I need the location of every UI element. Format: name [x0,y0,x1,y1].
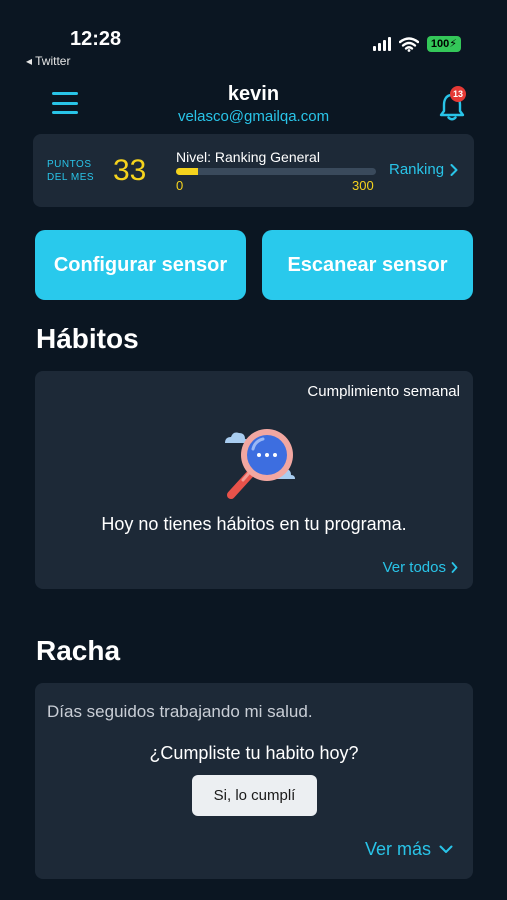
user-email: velasco@gmailqa.com [177,108,330,125]
chevron-right-icon [450,163,458,176]
streak-question: ¿Cumpliste tu habito hoy? [149,743,359,763]
level-label: Nivel: Ranking General [176,149,320,165]
empty-habits-message: Hoy no tienes hábitos en tu programa. [101,514,407,534]
streak-card: Días seguidos trabajando mi salud. ¿Cump… [35,683,473,879]
battery-icon: 100⚡ [426,36,461,52]
habits-title: Hábitos [36,323,139,354]
ranking-link[interactable]: Ranking [389,161,458,178]
level-progress-bar [176,168,376,175]
user-name: kevin [227,83,280,105]
streak-description: Días seguidos trabajando mi salud. [47,702,313,721]
configure-sensor-button[interactable]: Configurar sensor [35,230,246,300]
status-indicators: 100⚡ [372,36,461,52]
back-to-twitter-link[interactable]: ◂ Twitter [26,54,70,68]
notifications-button[interactable]: 13 [438,86,468,121]
scan-sensor-button[interactable]: Escanear sensor [262,230,473,300]
magnifier-empty-icon [225,429,295,499]
chevron-down-icon [439,845,453,853]
level-min: 0 [176,178,184,193]
level-progress-fill [176,168,198,175]
points-value: 33 [113,154,147,187]
points-label: PUNTOS DEL MES [47,159,95,183]
did-it-button[interactable]: Si, lo cumplí [192,775,317,816]
see-more-link[interactable]: Ver más [365,839,453,860]
chevron-right-icon [451,562,458,573]
ranking-label: Ranking [389,161,445,178]
level-max: 300 [352,178,374,193]
streak-title: Racha [36,635,121,666]
status-time: 12:28 [70,28,122,50]
see-all-link[interactable]: Ver todos [383,559,458,576]
weekly-compliance-label: Cumplimiento semanal [307,383,460,400]
signal-icon [372,37,391,51]
points-card: PUNTOS DEL MES 33 Nivel: Ranking General… [33,134,474,207]
notification-badge: 13 [450,86,466,102]
see-all-label: Ver todos [382,559,446,576]
habits-card: Cumplimiento semanal Hoy no tienes hábit… [35,371,473,589]
wifi-icon [398,36,419,52]
see-more-label: Ver más [364,839,431,859]
